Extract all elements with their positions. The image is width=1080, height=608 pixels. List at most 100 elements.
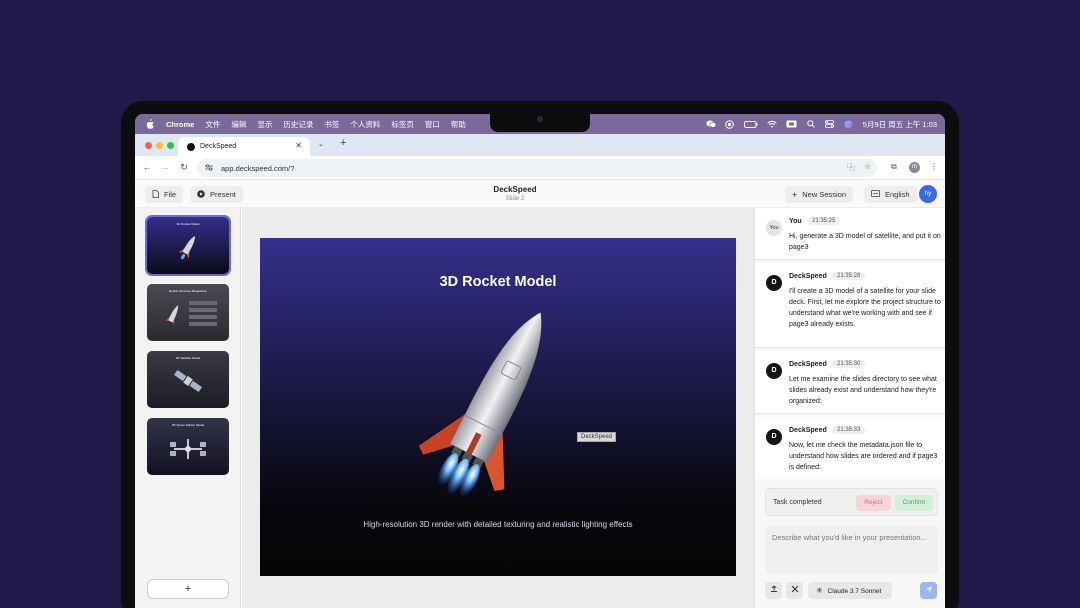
message-text: Now, let me check the metadata.json file… bbox=[789, 442, 938, 471]
translate-icon[interactable]: ⿻ bbox=[847, 162, 855, 173]
menu-item-chrome[interactable]: Chrome bbox=[166, 120, 194, 129]
camera-notch bbox=[490, 114, 590, 132]
send-button[interactable] bbox=[920, 582, 937, 599]
slide-thumbnail-1[interactable]: 3D Rocket Model bbox=[145, 215, 231, 276]
menu-item-window[interactable]: 窗口 bbox=[425, 119, 440, 130]
app-header: File Present DeckSpeed Slide 2 + New Ses… bbox=[135, 180, 945, 208]
tab-search-chevron-icon[interactable]: ⌄ bbox=[318, 140, 324, 148]
deckspeed-label-chip[interactable]: DeckSpeed bbox=[577, 432, 617, 442]
add-slide-button[interactable]: + bbox=[147, 579, 229, 599]
site-info-icon[interactable] bbox=[205, 163, 213, 173]
tools-icon bbox=[791, 585, 799, 595]
current-slide-indicator: Slide 2 bbox=[505, 196, 525, 202]
record-icon[interactable] bbox=[725, 119, 735, 129]
slide-caption[interactable]: High-resolution 3D render with detailed … bbox=[340, 519, 656, 531]
spotlight-search-icon[interactable] bbox=[806, 120, 816, 129]
battery-icon[interactable] bbox=[743, 120, 758, 129]
menu-item-tab[interactable]: 标签页 bbox=[391, 119, 414, 130]
plus-icon: + bbox=[792, 189, 798, 200]
menu-item-bookmarks[interactable]: 书签 bbox=[324, 119, 339, 130]
input-method-icon[interactable] bbox=[786, 120, 797, 129]
deckspeed-bot-avatar: D bbox=[766, 429, 782, 445]
forward-arrow-icon[interactable]: → bbox=[159, 162, 171, 172]
message-text: Hi, generate a 3D model of satellite, an… bbox=[789, 233, 941, 251]
control-center-icon[interactable] bbox=[825, 120, 835, 129]
chat-message: D DeckSpeed 21:35:28 I'll create a 3D mo… bbox=[755, 263, 945, 348]
new-session-label: New Session bbox=[802, 190, 847, 199]
message-timestamp: 21:35:30 bbox=[832, 360, 866, 368]
menu-item-file[interactable]: 文件 bbox=[205, 119, 220, 130]
browser-tabstrip: DeckSpeed ✕ ⌄ + bbox=[135, 134, 945, 156]
upload-icon bbox=[770, 585, 778, 595]
bookmark-star-icon[interactable]: ☆ bbox=[864, 162, 871, 171]
menubar-clock[interactable]: 5月9日 周五 上午 1:03 bbox=[863, 119, 937, 130]
menubar-status-area: 5月9日 周五 上午 1:03 bbox=[706, 114, 937, 134]
menu-item-view[interactable]: 显示 bbox=[257, 119, 272, 130]
screen: Chrome 文件 编辑 显示 历史记录 书签 个人资料 标签页 窗口 帮助 5… bbox=[135, 114, 945, 608]
chat-panel: You You 21:35:25 Hi, generate a 3D model… bbox=[754, 208, 945, 608]
profile-avatar[interactable]: m bbox=[909, 162, 920, 173]
tools-button[interactable] bbox=[786, 582, 803, 599]
slide-thumbnail-4[interactable]: 3D Space Station Model bbox=[147, 418, 229, 475]
slide-thumbnail-2[interactable]: Rocket Structure Breakdown bbox=[147, 284, 229, 341]
document-title: DeckSpeed bbox=[493, 185, 537, 194]
language-button[interactable]: English bbox=[864, 186, 917, 203]
reload-icon[interactable]: ↻ bbox=[178, 162, 190, 173]
message-text: I'll create a 3D model of a satellite fo… bbox=[789, 288, 941, 328]
rocket-breakdown-thumbnail-icon bbox=[165, 301, 217, 326]
chat-message: You You 21:35:25 Hi, generate a 3D model… bbox=[755, 208, 945, 260]
camera-lens bbox=[537, 116, 543, 122]
window-zoom-button[interactable] bbox=[167, 142, 174, 149]
window-minimize-button[interactable] bbox=[156, 142, 163, 149]
translate-language-icon bbox=[871, 190, 880, 199]
menu-item-help[interactable]: 帮助 bbox=[451, 119, 466, 130]
browser-toolbar: ← → ↻ app.deckspeed.com/? ⿻ ☆ ⧉ m ⋮ bbox=[135, 156, 945, 180]
message-timestamp: 21:35:25 bbox=[807, 217, 841, 225]
model-selector[interactable]: ✳ Claude 3.7 Sonnet bbox=[808, 582, 892, 599]
deckspeed-bot-avatar: D bbox=[766, 275, 782, 291]
slide-thumbnail-3[interactable]: 3D Satellite Model bbox=[147, 351, 229, 408]
chat-message: D DeckSpeed 21:35:33 Now, let me check t… bbox=[755, 417, 945, 479]
model-name: Claude 3.7 Sonnet bbox=[827, 588, 882, 595]
task-status-bar: Task completed Reject Confirm bbox=[765, 488, 938, 516]
extensions-icon[interactable]: ⧉ bbox=[891, 162, 897, 172]
tab-close-icon[interactable]: ✕ bbox=[295, 141, 302, 150]
window-close-button[interactable] bbox=[145, 142, 152, 149]
message-author: DeckSpeed bbox=[789, 273, 827, 280]
wifi-icon[interactable] bbox=[767, 120, 777, 129]
rocket-thumbnail-icon bbox=[178, 235, 196, 260]
claude-sparkle-icon: ✳ bbox=[816, 586, 823, 595]
message-author: You bbox=[789, 218, 802, 225]
chrome-menu-icon[interactable]: ⋮ bbox=[930, 162, 938, 171]
reject-button[interactable]: Reject bbox=[856, 495, 891, 511]
chat-prompt-input[interactable] bbox=[765, 526, 938, 574]
user-avatar[interactable]: hy bbox=[919, 185, 937, 203]
current-slide[interactable]: 3D Rocket Model DeckSpeed High-resolutio… bbox=[260, 238, 736, 576]
address-bar[interactable]: app.deckspeed.com/? bbox=[197, 159, 877, 177]
new-session-button[interactable]: + New Session bbox=[785, 186, 854, 203]
message-author: DeckSpeed bbox=[789, 361, 827, 368]
space-station-thumbnail-icon bbox=[170, 439, 206, 459]
message-timestamp: 21:35:33 bbox=[832, 426, 866, 434]
upload-button[interactable] bbox=[765, 582, 782, 599]
siri-icon[interactable] bbox=[844, 120, 854, 129]
browser-tab-deckspeed[interactable]: DeckSpeed ✕ bbox=[178, 137, 310, 156]
browser-tab-title: DeckSpeed bbox=[200, 143, 237, 150]
deckspeed-favicon-icon bbox=[187, 142, 195, 151]
menu-item-edit[interactable]: 编辑 bbox=[231, 119, 246, 130]
language-label: English bbox=[885, 190, 910, 199]
send-icon bbox=[925, 586, 933, 595]
wechat-icon[interactable] bbox=[706, 120, 716, 129]
slide-thumbnail-sidebar: 3D Rocket Model Rocket Structure Breakdo… bbox=[135, 208, 241, 608]
menu-item-history[interactable]: 历史记录 bbox=[283, 119, 313, 130]
message-author: DeckSpeed bbox=[789, 427, 827, 434]
back-arrow-icon[interactable]: ← bbox=[141, 162, 153, 172]
apple-icon[interactable] bbox=[145, 118, 155, 130]
confirm-button[interactable]: Confirm bbox=[895, 495, 933, 511]
slide-canvas-area: 3D Rocket Model DeckSpeed High-resolutio… bbox=[242, 208, 754, 608]
url-text: app.deckspeed.com/? bbox=[221, 163, 295, 173]
new-tab-plus-icon[interactable]: + bbox=[340, 137, 346, 149]
menu-item-profiles[interactable]: 个人资料 bbox=[350, 119, 380, 130]
deckspeed-bot-avatar: D bbox=[766, 363, 782, 379]
message-timestamp: 21:35:28 bbox=[832, 272, 866, 280]
